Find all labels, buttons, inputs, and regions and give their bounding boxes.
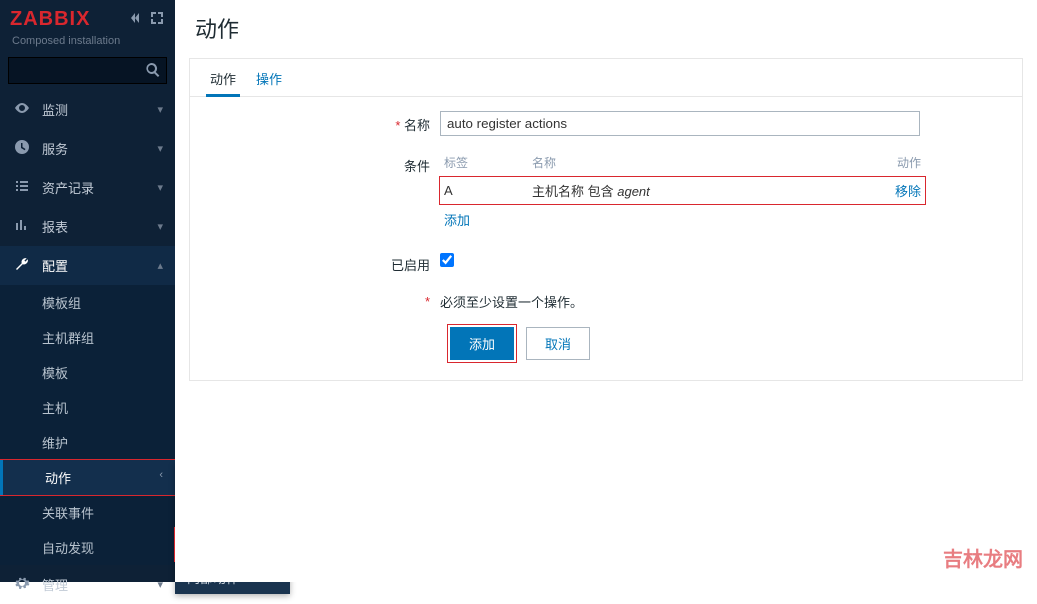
- btn-label: 添加: [469, 337, 495, 352]
- sub-host-group[interactable]: 主机群组: [0, 320, 175, 355]
- tab-operation[interactable]: 操作: [246, 59, 292, 96]
- condition-row: A 主机名称 包含 agent 移除: [440, 177, 925, 204]
- nav-configuration[interactable]: 配置 ▴: [0, 246, 175, 285]
- sub-maintenance[interactable]: 维护: [0, 425, 175, 460]
- nav-label: 管理: [42, 575, 68, 594]
- list-icon: [12, 178, 32, 197]
- tab-action[interactable]: 动作: [200, 59, 246, 96]
- chevron-down-icon: ▾: [157, 181, 163, 194]
- search-input[interactable]: [8, 57, 167, 84]
- form-panel: 动作 操作 名称 条件 标签 名称 动作: [189, 58, 1023, 381]
- tab-label: 动作: [210, 72, 236, 87]
- chart-icon: [12, 217, 32, 236]
- sub-label: 模板组: [42, 296, 81, 311]
- must-message: 必须至少设置一个操作。: [440, 290, 1012, 311]
- nav-inventory[interactable]: 资产记录 ▾: [0, 168, 175, 207]
- sub-label: 自动发现: [42, 541, 94, 556]
- config-submenu: 模板组 主机群组 模板 主机 维护 动作 ‹ 关联事件 自动发现: [0, 285, 175, 565]
- condition-name: 主机名称 包含 agent: [532, 181, 881, 200]
- install-subtitle: Composed installation: [0, 35, 175, 57]
- chevron-up-icon: ▴: [157, 259, 163, 272]
- sub-discovery[interactable]: 自动发现: [0, 530, 175, 565]
- sub-label: 主机: [42, 401, 68, 416]
- col-action: 动作: [881, 154, 921, 171]
- conditions-table: 标签 名称 动作 A 主机名称 包含 agent 移除 添加: [440, 152, 925, 235]
- collapse-icon[interactable]: [127, 10, 143, 29]
- sub-label: 维护: [42, 436, 68, 451]
- sub-correlation[interactable]: 关联事件: [0, 495, 175, 530]
- sidebar: ZABBIX Composed installation 监测 ▾ 服务 ▾ 资…: [0, 0, 175, 582]
- add-button[interactable]: 添加: [450, 327, 514, 360]
- condition-tag: A: [444, 183, 532, 198]
- nav-reports[interactable]: 报表 ▾: [0, 207, 175, 246]
- remove-link[interactable]: 移除: [895, 184, 921, 199]
- gear-icon: [12, 575, 32, 594]
- add-condition-link[interactable]: 添加: [444, 213, 470, 228]
- nav-label: 配置: [42, 256, 68, 275]
- col-tag: 标签: [444, 154, 532, 171]
- clock-icon: [12, 139, 32, 158]
- name-input[interactable]: [440, 111, 920, 136]
- sub-host[interactable]: 主机: [0, 390, 175, 425]
- sub-action[interactable]: 动作 ‹: [0, 460, 175, 495]
- main-content: 动作 动作 操作 名称 条件 标签 名称 动作: [175, 0, 1037, 582]
- tab-label: 操作: [256, 72, 282, 87]
- cancel-button[interactable]: 取消: [526, 327, 590, 360]
- nav-label: 服务: [42, 139, 68, 158]
- sub-label: 动作: [45, 471, 71, 486]
- condition-name-value: agent: [617, 184, 650, 199]
- sub-label: 主机群组: [42, 331, 94, 346]
- btn-label: 取消: [545, 337, 571, 352]
- nav-label: 资产记录: [42, 178, 94, 197]
- search-icon[interactable]: [145, 62, 161, 81]
- tabs: 动作 操作: [190, 59, 1022, 97]
- enabled-label: 已启用: [200, 251, 440, 274]
- sub-template[interactable]: 模板: [0, 355, 175, 390]
- nav-monitoring[interactable]: 监测 ▾: [0, 90, 175, 129]
- nav-label: 报表: [42, 217, 68, 236]
- nav-services[interactable]: 服务 ▾: [0, 129, 175, 168]
- wrench-icon: [12, 256, 32, 275]
- form-buttons: 添加 取消: [200, 327, 1012, 360]
- action-form: 名称 条件 标签 名称 动作 A 主机名称 包含 agent: [190, 97, 1022, 380]
- name-label: 名称: [200, 111, 440, 134]
- chevron-down-icon: ▾: [157, 103, 163, 116]
- logo: ZABBIX: [10, 8, 90, 31]
- sub-label: 关联事件: [42, 506, 94, 521]
- watermark: 吉林龙网: [943, 543, 1023, 572]
- sub-label: 模板: [42, 366, 68, 381]
- search-box: [8, 57, 167, 84]
- col-name: 名称: [532, 154, 881, 171]
- chevron-down-icon: ▾: [157, 142, 163, 155]
- sub-template-group[interactable]: 模板组: [0, 285, 175, 320]
- condition-name-text: 主机名称 包含: [532, 184, 617, 199]
- page-title: 动作: [175, 0, 1037, 44]
- enabled-checkbox[interactable]: [440, 253, 454, 267]
- must-label: [200, 290, 440, 309]
- nav-administration[interactable]: 管理 ▾: [0, 565, 175, 604]
- eye-icon: [12, 100, 32, 119]
- expand-icon[interactable]: [149, 10, 165, 29]
- conditions-label: 条件: [200, 152, 440, 175]
- chevron-down-icon: ▾: [157, 220, 163, 233]
- chevron-left-icon: ‹: [159, 469, 163, 481]
- chevron-down-icon: ▾: [157, 578, 163, 591]
- nav-label: 监测: [42, 100, 68, 119]
